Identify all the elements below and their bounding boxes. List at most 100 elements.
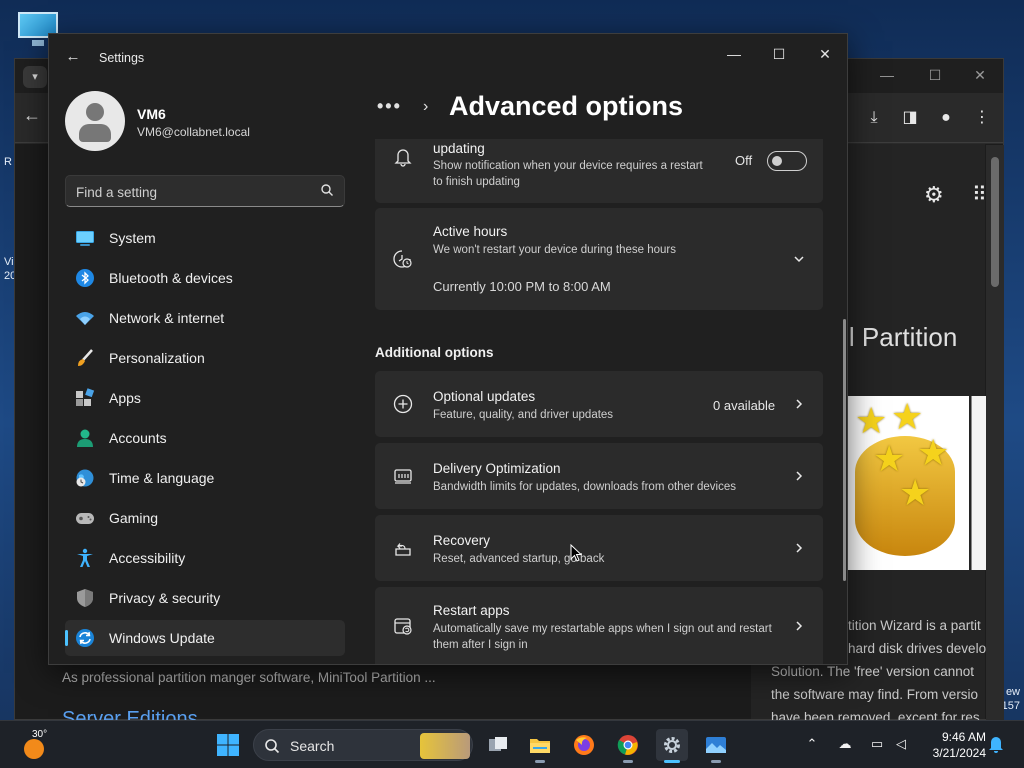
restart-apps-icon [394,618,412,635]
delivery-optimization-row[interactable]: Delivery Optimization Bandwidth limits f… [375,443,823,509]
chevron-down-icon[interactable] [793,253,805,265]
taskbar-search-label: Search [290,738,335,754]
browser-minimize-button[interactable]: — [877,67,897,83]
page-settings-icon[interactable]: ⚙ [924,182,944,208]
tab-list-button[interactable]: ▾ [23,66,47,88]
settings-nav: System Bluetooth & devices Network & int… [65,220,345,660]
chrome-button[interactable] [612,729,644,763]
nav-label: Gaming [109,510,159,526]
toggle-state-label: Off [735,153,753,168]
nav-item-gaming[interactable]: Gaming [65,500,345,536]
chevron-right-icon [796,621,803,631]
nav-label: Bluetooth & devices [109,270,233,286]
recovery-icon [395,543,411,556]
notification-bell-icon[interactable] [988,735,1004,753]
settings-titlebar: ← Settings — ☐ ✕ [49,34,847,82]
browser-close-button[interactable]: ✕ [970,67,990,84]
close-button[interactable]: ✕ [813,42,837,66]
nav-label: Time & language [109,470,215,486]
taskbar-search[interactable]: Search [253,729,473,761]
nav-item-personalization[interactable]: Personalization [65,340,345,376]
more-menu-icon[interactable]: ⋮ [971,107,993,129]
system-icon [76,231,94,246]
chevron-right-icon [796,399,803,409]
search-input[interactable] [76,183,306,201]
nav-item-system[interactable]: System [65,220,345,256]
update-icon [76,629,94,647]
browser-scrollbar[interactable] [986,145,1004,720]
card-title: Optional updates [433,389,536,404]
nav-item-privacy-security[interactable]: Privacy & security [65,580,345,616]
clock[interactable]: 9:46 AM 3/21/2024 [920,729,986,761]
restart-apps-row[interactable]: Restart apps Automatically save my resta… [375,587,823,664]
user-email: VM6@collabnet.local [137,125,250,139]
weather-widget[interactable]: 30° [20,729,52,761]
photos-button[interactable] [700,729,732,763]
nav-label: Privacy & security [109,590,221,606]
profile-icon[interactable]: ● [935,107,957,129]
nav-label: Apps [109,390,141,406]
task-view-button[interactable] [482,729,514,761]
find-setting-search[interactable] [65,175,345,207]
shield-icon [77,589,93,607]
nav-item-windows-update[interactable]: Windows Update [65,620,345,656]
sidebar-icon[interactable]: ◨ [899,107,921,129]
nav-item-bluetooth[interactable]: Bluetooth & devices [65,260,345,296]
globe-clock-icon [76,469,94,487]
notify-toggle[interactable] [767,151,807,171]
desktop-edge-text: ew [1005,686,1020,698]
running-indicator [711,760,721,763]
active-hours-card[interactable]: Active hours We won't restart your devic… [375,208,823,310]
chevron-up-icon[interactable]: ⌃ [803,735,821,753]
photos-icon [706,737,726,753]
card-subtitle: Bandwidth limits for updates, downloads … [433,481,736,493]
firefox-button[interactable] [568,729,600,761]
nav-item-network[interactable]: Network & internet [65,300,345,336]
optional-updates-count: 0 available [713,398,776,413]
search-icon[interactable] [320,183,334,197]
nav-item-time-language[interactable]: Time & language [65,460,345,496]
apps-grid-icon[interactable]: ⠿ [972,182,987,207]
browser-back-icon[interactable]: ← [23,105,41,126]
accounts-icon [77,429,93,447]
content-scrollbar[interactable] [843,319,846,581]
download-icon[interactable]: ⤓ [863,107,885,129]
restart-notification-card: updating Show notification when your dev… [375,139,823,203]
user-name: VM6 [137,106,166,122]
product-image-thumbnail [971,396,987,570]
desktop-edge-text: Vi [4,256,14,268]
card-title: Active hours [433,224,508,239]
nav-label: Accessibility [109,550,186,566]
optional-updates-row[interactable]: Optional updates Feature, quality, and d… [375,371,823,437]
clock-time: 9:46 AM [941,730,986,744]
delivery-icon [394,469,412,484]
back-arrow-icon[interactable]: ← [63,48,83,68]
card-subtitle: Show notification when your device requi… [433,160,703,188]
maximize-button[interactable]: ☐ [767,42,791,66]
active-hours-icon [393,250,412,268]
weather-temp: 30° [32,729,48,740]
browser-maximize-button[interactable]: ☐ [925,67,945,84]
settings-taskbar-button[interactable] [656,729,688,763]
recovery-row[interactable]: Recovery Reset, advanced startup, go bac… [375,515,823,581]
brush-icon [78,349,93,366]
cloud-offline-icon[interactable]: ☁ [836,735,854,753]
browser-scrollbar-thumb[interactable] [991,157,999,287]
card-title: Delivery Optimization [433,461,561,476]
nav-item-accounts[interactable]: Accounts [65,420,345,456]
nav-item-apps[interactable]: Apps [65,380,345,416]
wifi-icon [76,312,94,325]
avatar[interactable] [65,91,125,151]
nav-item-accessibility[interactable]: Accessibility [65,540,345,576]
windows-start-icon[interactable] [216,733,240,757]
volume-muted-icon[interactable]: ◁ [892,735,910,753]
server-editions-link[interactable]: Server Editions [62,708,198,720]
monitor-icon[interactable]: ▭ [868,735,886,753]
breadcrumb-overflow-button[interactable]: ••• [377,96,402,117]
nav-label: Accounts [109,430,167,446]
minimize-button[interactable]: — [722,42,746,66]
file-explorer-button[interactable] [524,729,556,763]
task-view-icon [489,737,507,751]
page-title: Advanced options [449,91,684,121]
card-title: Restart apps [433,603,510,618]
